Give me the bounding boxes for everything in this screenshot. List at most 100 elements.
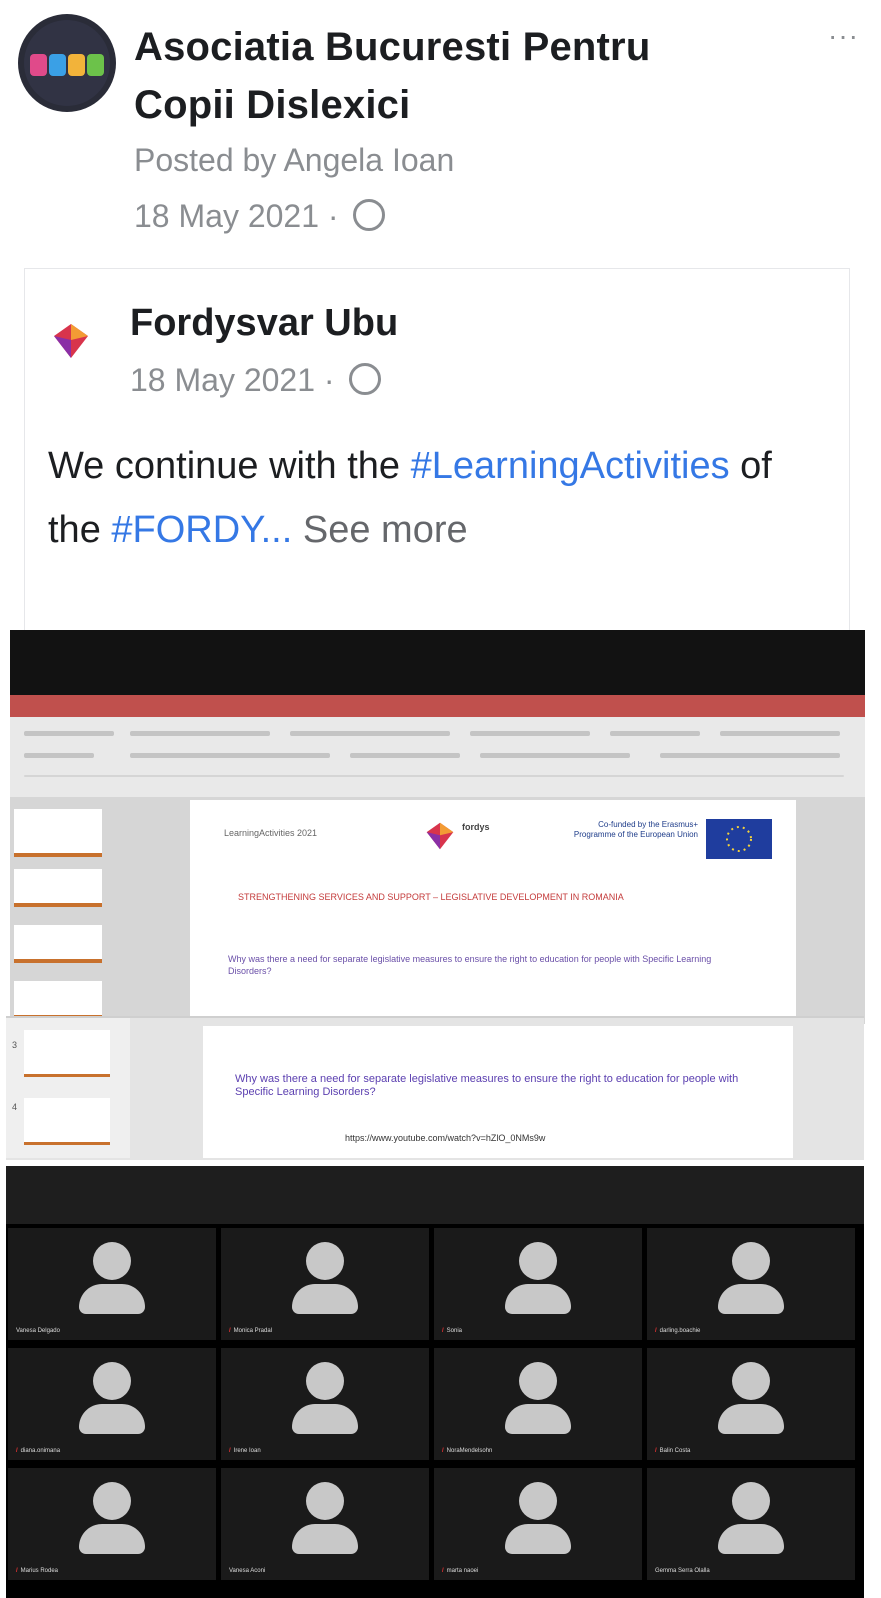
ribbon-group	[290, 731, 450, 736]
hashtag-fordy[interactable]: #FORDY...	[111, 509, 292, 551]
avatar-body-icon	[79, 1404, 145, 1434]
muted-mic-icon: /	[229, 1328, 231, 1334]
shared-post-timestamp[interactable]: 18 May 2021 ·	[130, 362, 382, 399]
avatar-body-icon	[79, 1524, 145, 1554]
avatar-head-icon	[519, 1362, 557, 1400]
participant-name-text: Marius Rodea	[20, 1568, 59, 1574]
avatar-block-yellow	[68, 54, 85, 76]
participant-name: / Irene Ioan	[229, 1448, 261, 1454]
slide-thumbnail[interactable]	[24, 1030, 110, 1077]
participant-tile[interactable]: / NoraMendelsohn	[434, 1348, 642, 1460]
avatar-body-icon	[718, 1284, 784, 1314]
powerpoint-title-bar	[10, 695, 865, 717]
muted-mic-icon: /	[442, 1448, 444, 1454]
shared-post-date-text[interactable]: 18 May 2021 ·	[130, 362, 343, 398]
muted-mic-icon: /	[655, 1448, 657, 1454]
participant-name-text: diana.onimana	[20, 1448, 61, 1454]
avatar-head-icon	[519, 1242, 557, 1280]
avatar-body-icon	[292, 1284, 358, 1314]
slide-question-blurred: Why was there a need for separate legisl…	[228, 954, 712, 976]
participant-name-text: marta naoei	[446, 1568, 479, 1574]
participant-name: Vanesa Delgado	[16, 1328, 60, 1334]
muted-mic-icon: /	[16, 1568, 18, 1574]
participant-tile[interactable]: / marta naoei	[434, 1468, 642, 1580]
avatar-body-icon	[718, 1524, 784, 1554]
avatar-head-icon	[306, 1482, 344, 1520]
muted-mic-icon: /	[16, 1448, 18, 1454]
shared-page-name[interactable]: Fordysvar Ubu	[130, 302, 398, 345]
participant-name-text: NoraMendelsohn	[446, 1448, 493, 1454]
ribbon-group	[130, 731, 270, 736]
ribbon-group	[720, 731, 840, 736]
participant-tile[interactable]: / diana.onimana	[8, 1348, 216, 1460]
participant-name: Gemma Serra Olalla	[655, 1568, 710, 1574]
fordy-logo-icon[interactable]	[48, 318, 94, 364]
avatar-body-icon	[79, 1284, 145, 1314]
avatar-head-icon	[306, 1362, 344, 1400]
participant-tile[interactable]: / Balin Costa	[647, 1348, 855, 1460]
avatar-head-icon	[93, 1362, 131, 1400]
participant-tile[interactable]: / Monica Pradal	[221, 1228, 429, 1340]
participant-name: / Sonia	[442, 1328, 462, 1334]
avatar-body-icon	[505, 1284, 571, 1314]
posted-by-label[interactable]: Posted by Angela Ioan	[134, 142, 454, 179]
slide-thumbnail[interactable]	[14, 981, 102, 1019]
participant-name: / NoraMendelsohn	[442, 1448, 492, 1454]
avatar-head-icon	[732, 1482, 770, 1520]
avatar-block-green	[87, 54, 104, 76]
avatar-head-icon	[306, 1242, 344, 1280]
slide-youtube-link[interactable]: https://www.youtube.com/watch?v=hZlO_0NM…	[345, 1133, 545, 1143]
avatar-body-icon	[505, 1404, 571, 1434]
participant-tile[interactable]: Vanesa Aconi	[221, 1468, 429, 1580]
avatar-head-icon	[93, 1482, 131, 1520]
group-avatar[interactable]	[18, 14, 116, 112]
participant-name: / diana.onimana	[16, 1448, 60, 1454]
see-more-link[interactable]: See more	[292, 509, 468, 551]
participant-tile[interactable]: / Marius Rodea	[8, 1468, 216, 1580]
post-timestamp[interactable]: 18 May 2021 ·	[134, 198, 386, 235]
slide-heading: STRENGTHENING SERVICES AND SUPPORT – LEG…	[238, 892, 624, 902]
group-name-link[interactable]: Asociatia Bucuresti Pentru Copii Dislexi…	[134, 18, 754, 134]
muted-mic-icon: /	[442, 1568, 444, 1574]
avatar-head-icon	[519, 1482, 557, 1520]
avatar-body-icon	[718, 1404, 784, 1434]
eu-stars-icon	[726, 826, 752, 852]
participant-name: / darling.boachie	[655, 1328, 700, 1334]
slide-number: 3	[12, 1040, 18, 1050]
avatar-body-icon	[292, 1524, 358, 1554]
participant-name: / marta naoei	[442, 1568, 478, 1574]
post-text: We continue with the #LearningActivities…	[48, 434, 828, 562]
post-date-text[interactable]: 18 May 2021 ·	[134, 198, 347, 234]
participant-name-text: Irene Ioan	[233, 1448, 261, 1454]
participant-tile[interactable]: / Sonia	[434, 1228, 642, 1340]
participant-tile[interactable]: Gemma Serra Olalla	[647, 1468, 855, 1580]
slide-thumbnail[interactable]	[14, 809, 102, 857]
muted-mic-icon: /	[229, 1448, 231, 1454]
ribbon-group	[610, 731, 700, 736]
participant-name-text: Vanesa Delgado	[16, 1328, 60, 1334]
ribbon-group	[24, 731, 114, 736]
participant-tile[interactable]: Vanesa Delgado	[8, 1228, 216, 1340]
ribbon-divider	[24, 775, 844, 777]
avatar-block-pink	[30, 54, 47, 76]
eu-flag-icon	[706, 819, 772, 859]
participant-tile[interactable]: / Irene Ioan	[221, 1348, 429, 1460]
ribbon-group	[480, 753, 630, 758]
slide-thumbnail[interactable]	[14, 925, 102, 963]
hashtag-learning-activities[interactable]: #LearningActivities	[411, 445, 730, 487]
meeting-top-bar	[6, 1166, 864, 1224]
participant-tile[interactable]: / darling.boachie	[647, 1228, 855, 1340]
more-options-button[interactable]: ···	[828, 20, 859, 52]
slide-subtitle: LearningActivities 2021	[224, 828, 318, 838]
participant-name-text: Balin Costa	[659, 1448, 691, 1454]
participant-name-text: Gemma Serra Olalla	[655, 1568, 710, 1574]
ribbon-group	[350, 753, 460, 758]
avatar-body-icon	[505, 1524, 571, 1554]
slide-logo-text: fordys	[462, 822, 490, 832]
slide-thumbnail[interactable]	[14, 869, 102, 907]
post-text-start: We continue with the	[48, 445, 411, 487]
slide-thumbnail[interactable]	[24, 1098, 110, 1145]
muted-mic-icon: /	[442, 1328, 444, 1334]
avatar-ring	[24, 20, 110, 106]
participant-name: / Monica Pradal	[229, 1328, 272, 1334]
